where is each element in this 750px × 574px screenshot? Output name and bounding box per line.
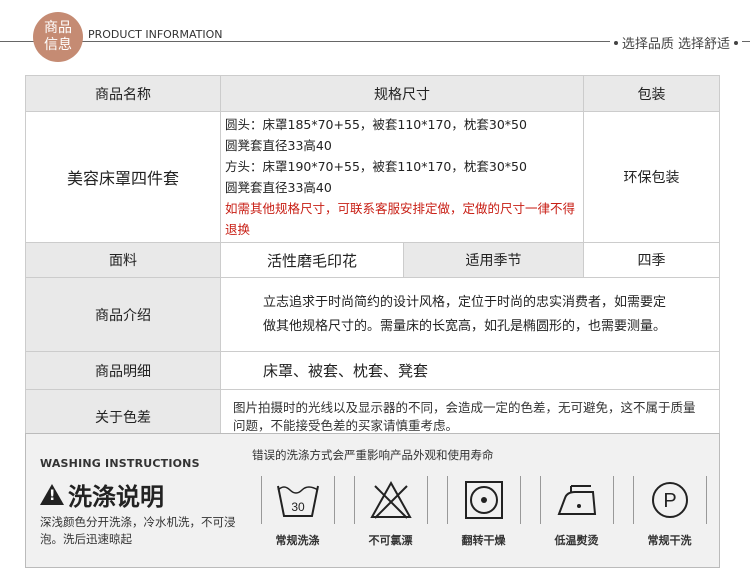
badge-line-1: 商品 — [44, 20, 72, 36]
season-value: 四季 — [583, 242, 720, 278]
washing-title-en: WASHING INSTRUCTIONS — [40, 457, 200, 470]
care-label: 不可氯漂 — [368, 534, 413, 547]
dry-clean-letter: P — [663, 490, 676, 512]
spec-custom-note: 如需其他规格尺寸，可联系客服安排定做，定做的尺寸一律不得退换 — [225, 201, 576, 237]
section-title: PRODUCT INFORMATION — [88, 28, 226, 41]
table-header-row: 商品名称 规格尺寸 包装 — [25, 75, 720, 112]
badge-line-2: 信息 — [44, 37, 72, 53]
season-label: 适用季节 — [403, 242, 584, 278]
low-iron-icon — [539, 476, 614, 524]
section-header: 商品 信息 PRODUCT INFORMATION 选择品质 选择舒适 — [0, 0, 750, 70]
tagline-text: 选择品质 选择舒适 — [621, 37, 730, 52]
product-name: 美容床罩四件套 — [25, 111, 221, 243]
care-item: P 常规干洗 — [623, 476, 716, 548]
care-item: 低温熨烫 — [530, 476, 623, 548]
wash-30-icon: 30 — [260, 476, 335, 524]
bullet-icon — [734, 40, 738, 45]
intro-label: 商品介绍 — [25, 277, 221, 352]
bullet-icon — [613, 40, 618, 45]
table-row-intro: 商品介绍 立志追求于时尚简约的设计风格，定位于时尚的忠实消费者，如需要定做其他规… — [25, 277, 720, 352]
no-bleach-icon — [353, 476, 428, 524]
dry-clean-p-icon: P — [632, 476, 707, 524]
details-label: 商品明细 — [25, 351, 221, 390]
warning-icon — [40, 484, 64, 505]
washing-note: 深浅颜色分开洗涤，冷水机洗，不可浸泡。洗后迅速晾起 — [40, 515, 236, 546]
care-label: 翻转干燥 — [461, 534, 506, 547]
fabric-value: 活性磨毛印花 — [220, 242, 404, 278]
spec-line: 圆凳套直径33高40 — [225, 180, 332, 195]
product-info-table: 商品名称 规格尺寸 包装 美容床罩四件套 圆头：床罩185*70+55，被套11… — [25, 75, 720, 444]
care-item: 翻转干燥 — [437, 476, 530, 548]
care-label: 常规干洗 — [647, 534, 692, 547]
table-row-fabric: 面料 活性磨毛印花 适用季节 四季 — [25, 242, 720, 278]
washing-subtitle: 错误的洗涤方式会严重影响产品外观和使用寿命 — [252, 448, 494, 462]
details-text: 床罩、被套、枕套、凳套 — [220, 351, 720, 390]
tumble-dry-icon — [446, 476, 521, 524]
header-packaging: 包装 — [583, 75, 720, 112]
tagline: 选择品质 选择舒适 — [609, 33, 742, 52]
packaging-value: 环保包装 — [583, 111, 720, 243]
fabric-label: 面料 — [25, 242, 221, 278]
care-item: 不可氯漂 — [344, 476, 437, 548]
section-badge: 商品 信息 — [33, 12, 83, 62]
care-label: 常规洗涤 — [275, 534, 320, 547]
spec-cell: 圆头：床罩185*70+55，被套110*170，枕套30*50 圆凳套直径33… — [220, 111, 584, 243]
header-spec: 规格尺寸 — [220, 75, 584, 112]
table-row-details: 商品明细 床罩、被套、枕套、凳套 — [25, 351, 720, 390]
washing-instructions-panel: WASHING INSTRUCTIONS 洗涤说明 深浅颜色分开洗涤，冷水机洗，… — [25, 433, 720, 568]
spec-line: 圆头：床罩185*70+55，被套110*170，枕套30*50 — [225, 117, 527, 132]
table-row-product: 美容床罩四件套 圆头：床罩185*70+55，被套110*170，枕套30*50… — [25, 111, 720, 243]
care-label: 低温熨烫 — [554, 534, 599, 547]
washing-title-cn-row: 洗涤说明 — [40, 477, 164, 512]
spec-line: 方头：床罩190*70+55，被套110*170，枕套30*50 — [225, 159, 527, 174]
intro-text: 立志追求于时尚简约的设计风格，定位于时尚的忠实消费者，如需要定做其他规格尺寸的。… — [220, 277, 720, 352]
washing-title-cn: 洗涤说明 — [68, 483, 164, 511]
header-product-name: 商品名称 — [25, 75, 221, 112]
care-icons: 30 常规洗涤 不可氯漂 翻转干燥 低温熨烫 P 常规干洗 — [251, 476, 716, 548]
care-item: 30 常规洗涤 — [251, 476, 344, 548]
spec-line: 圆凳套直径33高40 — [225, 138, 332, 153]
wash-temp-label: 30 — [291, 500, 305, 514]
